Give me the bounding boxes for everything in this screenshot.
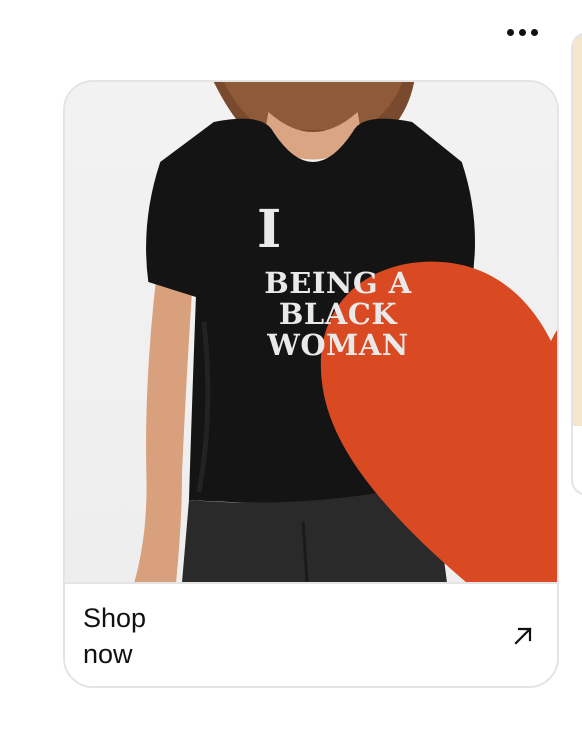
shirt-print-line-3: WOMAN: [267, 328, 409, 362]
next-product-card[interactable]: [571, 32, 582, 496]
shirt-print-line-2: BLACK: [278, 297, 398, 331]
arrow-up-right-icon[interactable]: [511, 624, 535, 648]
more-horizontal-icon: [506, 28, 514, 36]
product-image[interactable]: I BEING A BLACK WOMAN: [65, 82, 557, 582]
shirt-print-line-1: BEING A: [264, 266, 412, 300]
shirt-print-text: BEING A BLACK WOMAN: [215, 268, 461, 361]
shop-now-bar[interactable]: Shop now: [65, 582, 557, 686]
shirt-print-first-word: I: [257, 199, 282, 260]
more-horizontal-icon-dot: [530, 28, 538, 36]
more-options-button[interactable]: [498, 22, 546, 42]
more-horizontal-icon-dot: [518, 28, 526, 36]
product-card[interactable]: I BEING A BLACK WOMAN Shop now: [63, 80, 559, 688]
shop-now-label[interactable]: Shop now: [83, 600, 193, 672]
page: I BEING A BLACK WOMAN Shop now: [0, 0, 582, 738]
next-product-image: [573, 34, 582, 426]
